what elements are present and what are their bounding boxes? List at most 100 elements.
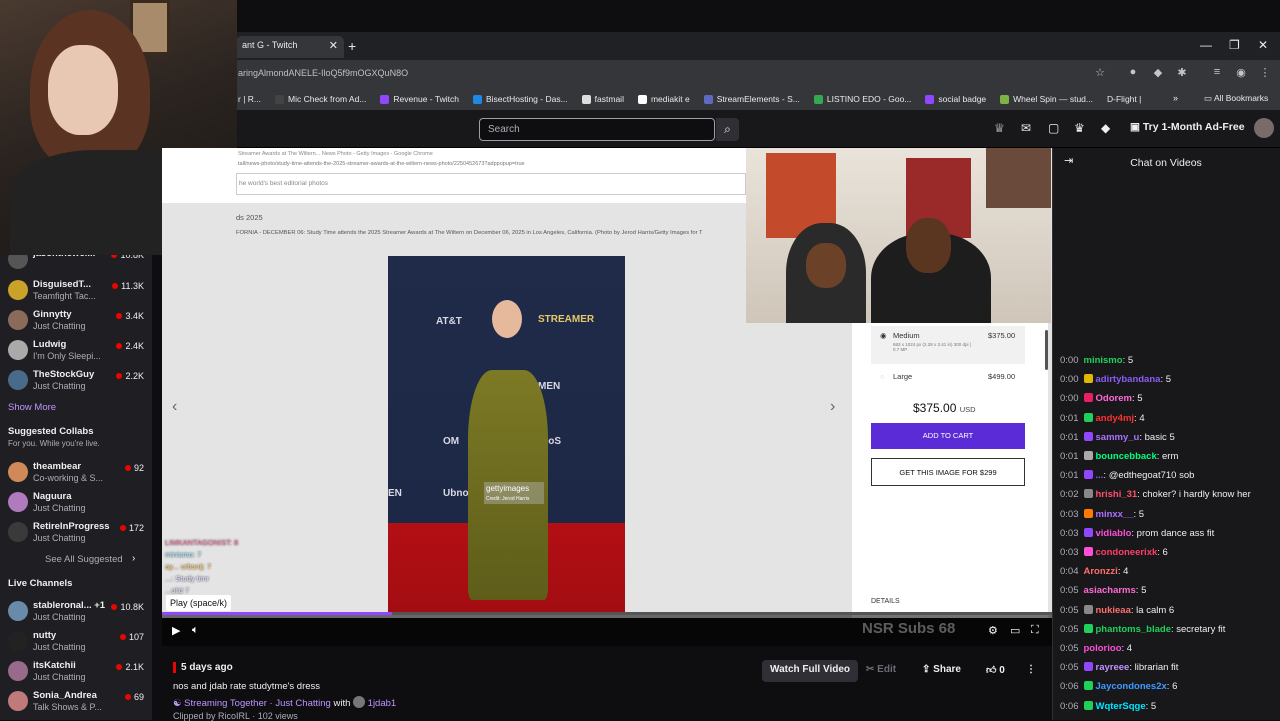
sidebar-channel[interactable]: theambear Co-working & S... 92 bbox=[6, 460, 152, 488]
fullscreen-icon[interactable]: ⛶ bbox=[1031, 624, 1039, 637]
show-more-link[interactable]: Show More bbox=[8, 402, 56, 413]
bookmark-item[interactable]: Mic Check from Ad... bbox=[275, 94, 366, 104]
bookmark-item[interactable]: mediakit e bbox=[637, 94, 690, 104]
browser-tab[interactable]: ant G - Twitch ✕ bbox=[236, 36, 344, 58]
search-input[interactable]: Search bbox=[479, 118, 715, 141]
badge-icon[interactable] bbox=[1083, 604, 1093, 614]
volume-icon[interactable]: 🔈︎ bbox=[192, 624, 199, 637]
window-close-icon[interactable]: ✕ bbox=[1258, 38, 1268, 52]
extensions-puzzle-icon[interactable]: ✱ bbox=[1175, 66, 1189, 80]
sidebar-channel[interactable]: Ginnytty Just Chatting 3.4K bbox=[6, 308, 152, 336]
add-to-cart-button[interactable]: ADD TO CART bbox=[871, 423, 1025, 449]
chat-username[interactable]: Aronzzi bbox=[1084, 566, 1118, 577]
new-tab-icon[interactable]: + bbox=[348, 38, 356, 54]
extension-icon[interactable]: ● bbox=[1126, 66, 1140, 80]
bookmark-item[interactable]: r | R... bbox=[238, 94, 261, 104]
sidebar-channel[interactable]: Sonia_Andrea Talk Shows & P... 69 bbox=[6, 689, 152, 717]
see-all-suggested-link[interactable]: See All Suggested bbox=[45, 554, 123, 565]
crown-icon[interactable]: ♕ bbox=[994, 121, 1005, 135]
play-icon[interactable]: ▶ bbox=[172, 624, 180, 637]
close-tab-icon[interactable]: ✕ bbox=[329, 39, 338, 52]
badge-icon[interactable] bbox=[1083, 431, 1093, 441]
user-avatar[interactable] bbox=[1254, 118, 1274, 138]
sidebar-channel[interactable]: nutty Just Chatting 107 bbox=[6, 629, 152, 657]
badge-icon[interactable] bbox=[1083, 662, 1093, 672]
chat-scrollbar[interactable] bbox=[1045, 330, 1048, 370]
chat-username[interactable]: andy4mj bbox=[1096, 413, 1135, 424]
radio-icon[interactable]: ○ bbox=[880, 372, 885, 381]
like-button[interactable]: 👍︎ 0 bbox=[978, 660, 1013, 682]
media-control-icon[interactable]: ≡ bbox=[1210, 66, 1224, 80]
badge-icon[interactable] bbox=[1083, 470, 1093, 480]
maximize-icon[interactable]: ❐ bbox=[1229, 38, 1240, 52]
bookmark-item[interactable]: Wheel Spin — stud... bbox=[1000, 94, 1093, 104]
streaming-together-link[interactable]: Streaming Together bbox=[184, 698, 267, 709]
badge-icon[interactable] bbox=[1083, 623, 1093, 633]
extension-twitch-icon[interactable]: ◆ bbox=[1151, 66, 1165, 80]
chat-username[interactable]: sammy_u bbox=[1096, 432, 1140, 443]
bookmark-item[interactable]: BisectHosting - Das... bbox=[472, 94, 568, 104]
bits-icon[interactable]: ◆ bbox=[1101, 121, 1110, 135]
sidebar-channel[interactable]: DisguisedT... Teamfight Tac... 11.3K bbox=[6, 278, 152, 306]
share-button[interactable]: ⇪ Share bbox=[914, 660, 969, 682]
chat-username[interactable]: adirtybandana bbox=[1096, 374, 1161, 385]
theatre-mode-icon[interactable]: ▭ bbox=[1010, 624, 1020, 637]
radio-selected-icon[interactable]: ◉ bbox=[880, 331, 887, 340]
badge-icon[interactable] bbox=[1083, 508, 1093, 518]
chat-username[interactable]: nukieaa bbox=[1096, 605, 1131, 616]
chevron-right-icon[interactable]: › bbox=[132, 553, 135, 564]
browser-menu-icon[interactable]: ⋮ bbox=[1258, 66, 1272, 80]
badge-icon[interactable] bbox=[1083, 547, 1093, 556]
badge-icon[interactable] bbox=[1083, 393, 1093, 403]
prime-icon[interactable]: ♛ bbox=[1074, 121, 1085, 135]
sidebar-channel[interactable]: stableronal... +1 Just Chatting 10.8K bbox=[6, 599, 152, 627]
partner-link[interactable]: 1jdab1 bbox=[368, 698, 397, 709]
badge-icon[interactable] bbox=[1083, 527, 1093, 537]
badge-icon[interactable] bbox=[1083, 451, 1093, 460]
search-icon[interactable]: ⌕ bbox=[716, 118, 739, 141]
chevron-left-icon[interactable]: ‹ bbox=[172, 398, 177, 416]
sidebar-channel[interactable]: Ludwig I'm Only Sleepi... 2.4K bbox=[6, 338, 152, 366]
chat-username[interactable]: minxx__ bbox=[1096, 509, 1134, 520]
chevron-right-icon[interactable]: › bbox=[830, 398, 835, 416]
settings-gear-icon[interactable]: ⚙ bbox=[988, 624, 998, 637]
address-text[interactable]: aringAlmondANELE-IloQ5f9mOGXQuN8O bbox=[238, 68, 408, 78]
bookmark-item[interactable]: social badge bbox=[925, 94, 986, 104]
badge-icon[interactable] bbox=[1083, 412, 1093, 422]
minimize-icon[interactable]: — bbox=[1200, 38, 1212, 52]
bookmark-item[interactable]: Revenue - Twitch bbox=[380, 94, 459, 104]
badge-icon[interactable] bbox=[1083, 374, 1093, 384]
collapse-chat-icon[interactable]: ⇥ bbox=[1064, 154, 1073, 167]
chat-username[interactable]: phantoms_blade bbox=[1096, 624, 1172, 635]
profile-icon[interactable]: ◉ bbox=[1234, 66, 1248, 80]
whispers-icon[interactable]: ▢ bbox=[1048, 121, 1059, 135]
sidebar-channel[interactable]: itsKatchii Just Chatting 2.1K bbox=[6, 659, 152, 687]
edit-button[interactable]: ✂ Edit bbox=[858, 660, 904, 682]
category-link[interactable]: Just Chatting bbox=[275, 698, 330, 709]
badge-icon[interactable] bbox=[1083, 700, 1093, 710]
bookmarks-overflow-icon[interactable]: » bbox=[1173, 93, 1178, 103]
chat-username[interactable]: polorioo bbox=[1084, 643, 1122, 654]
bookmark-item[interactable]: fastmail bbox=[581, 94, 624, 104]
chat-username[interactable]: minismo bbox=[1084, 355, 1123, 366]
chat-username[interactable]: WqterSqge bbox=[1096, 701, 1146, 712]
sidebar-channel[interactable]: RetireInProgress Just Chatting 172 bbox=[6, 520, 152, 548]
chat-username[interactable]: vidiablo bbox=[1096, 528, 1132, 539]
sidebar-channel[interactable]: TheStockGuy Just Chatting 2.2K bbox=[6, 368, 152, 396]
chat-username[interactable]: condoneerixk bbox=[1096, 547, 1158, 558]
ad-free-button[interactable]: ▣ Try 1-Month Ad-Free bbox=[1130, 121, 1245, 133]
badge-icon[interactable] bbox=[1083, 681, 1093, 691]
mail-icon[interactable]: ✉ bbox=[1021, 121, 1031, 135]
badge-icon[interactable] bbox=[1083, 489, 1093, 499]
get-image-button[interactable]: GET THIS IMAGE FOR $299 bbox=[871, 458, 1025, 486]
chat-username[interactable]: rayreee bbox=[1096, 662, 1130, 673]
more-options-icon[interactable]: ⋮ bbox=[1018, 660, 1044, 682]
chat-username[interactable]: Odorem bbox=[1096, 393, 1132, 404]
chat-username[interactable]: bouncebback bbox=[1096, 451, 1157, 462]
chat-username[interactable]: Jaycondones2x bbox=[1096, 681, 1167, 692]
bookmark-item[interactable]: StreamElements - S... bbox=[703, 94, 800, 104]
chat-username[interactable]: hrishi_31 bbox=[1096, 489, 1138, 500]
bookmark-item[interactable]: D-Flight | bbox=[1107, 94, 1141, 104]
all-bookmarks[interactable]: ▭ All Bookmarks bbox=[1204, 93, 1268, 104]
sidebar-channel[interactable]: Naguura Just Chatting bbox=[6, 490, 152, 518]
